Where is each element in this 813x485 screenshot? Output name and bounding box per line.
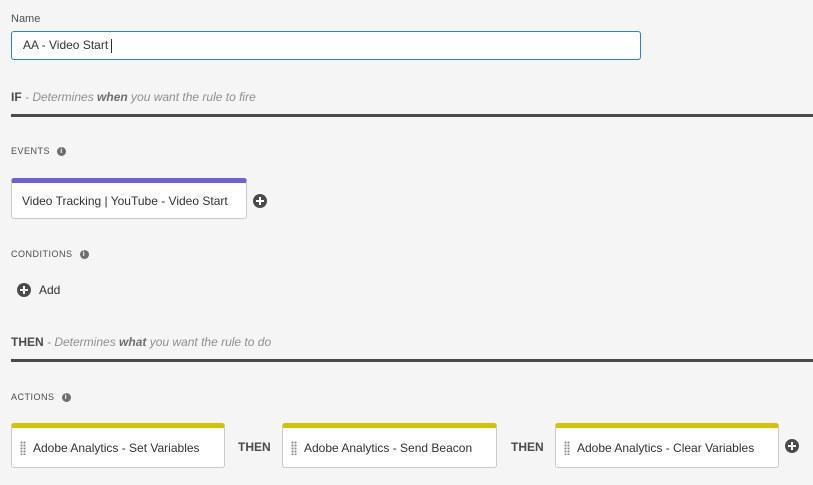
then-keyword: THEN xyxy=(11,335,44,349)
add-event-plus-icon[interactable] xyxy=(253,194,267,208)
actions-label: ACTIONS i xyxy=(11,392,71,402)
if-keyword: IF xyxy=(11,90,22,104)
action-card-label: Adobe Analytics - Clear Variables xyxy=(577,440,755,455)
then-divider xyxy=(11,359,813,362)
if-desc-suffix: you want the rule to fire xyxy=(127,90,256,104)
then-section-heading: THEN - Determines what you want the rule… xyxy=(11,335,271,349)
actions-label-text: ACTIONS xyxy=(11,392,55,402)
info-icon[interactable]: i xyxy=(79,249,89,259)
action-card-label: Adobe Analytics - Send Beacon xyxy=(304,440,473,455)
then-separator: THEN xyxy=(238,440,271,454)
plus-circle-icon xyxy=(17,283,31,297)
if-desc-prefix: - Determines xyxy=(21,90,98,104)
info-icon[interactable]: i xyxy=(61,392,71,402)
then-separator: THEN xyxy=(511,440,544,454)
then-desc-emphasis: what xyxy=(119,335,147,349)
rule-name-value: AA - Video Start xyxy=(23,38,109,52)
add-condition-button[interactable]: Add xyxy=(17,283,60,297)
add-action-plus-icon[interactable] xyxy=(785,439,799,453)
event-card-label: Video Tracking | YouTube - Video Start xyxy=(22,193,228,208)
action-card-set-variables[interactable]: Adobe Analytics - Set Variables xyxy=(11,423,225,468)
then-desc-prefix: - Determines xyxy=(43,335,120,349)
event-card[interactable]: Video Tracking | YouTube - Video Start xyxy=(11,178,247,219)
if-section-heading: IF - Determines when you want the rule t… xyxy=(11,90,256,104)
events-label: EVENTS i xyxy=(11,146,67,156)
action-card-clear-variables[interactable]: Adobe Analytics - Clear Variables xyxy=(555,423,779,468)
drag-handle-icon[interactable] xyxy=(564,440,570,455)
drag-handle-icon[interactable] xyxy=(20,440,26,455)
conditions-label-text: CONDITIONS xyxy=(11,249,73,259)
events-label-text: EVENTS xyxy=(11,146,51,156)
conditions-label: CONDITIONS i xyxy=(11,249,89,259)
text-caret xyxy=(111,38,113,53)
name-label: Name xyxy=(11,13,41,25)
if-desc-emphasis: when xyxy=(97,90,128,104)
rule-name-input[interactable]: AA - Video Start xyxy=(11,31,641,60)
action-card-send-beacon[interactable]: Adobe Analytics - Send Beacon xyxy=(282,423,497,468)
if-divider xyxy=(11,114,813,117)
then-desc-suffix: you want the rule to do xyxy=(146,335,272,349)
info-icon[interactable]: i xyxy=(57,146,67,156)
add-condition-label: Add xyxy=(39,283,61,297)
action-card-label: Adobe Analytics - Set Variables xyxy=(33,440,200,455)
drag-handle-icon[interactable] xyxy=(291,440,297,455)
